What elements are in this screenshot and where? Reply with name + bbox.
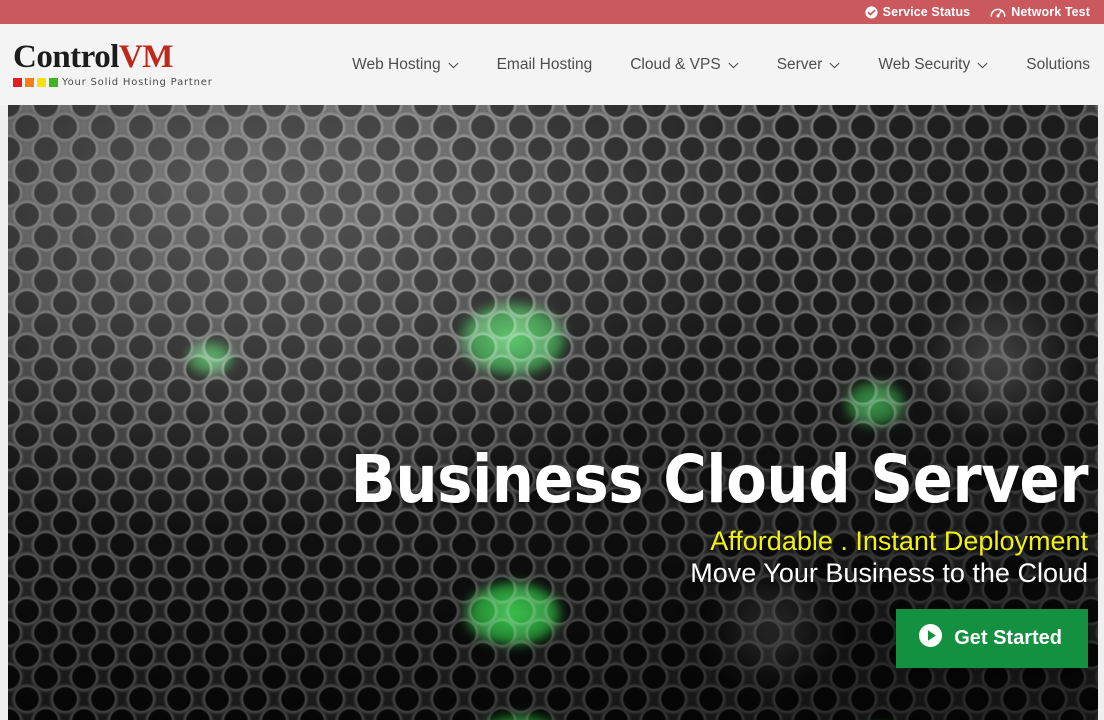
nav-label-solutions: Solutions [1026, 55, 1090, 73]
logo-tagline: Your Solid Hosting Partner [62, 77, 213, 88]
network-test-label: Network Test [1011, 4, 1090, 19]
logo-tagline-row: Your Solid Hosting Partner [13, 77, 213, 88]
nav-item-web-hosting[interactable]: Web Hosting [333, 50, 477, 80]
chevron-down-icon [728, 56, 739, 74]
hero-cta-container: Get Started [351, 609, 1088, 669]
nav-item-web-security[interactable]: Web Security [859, 50, 1007, 80]
site-logo[interactable]: ControlVM Your Solid Hosting Partner [13, 41, 213, 88]
nav-item-solutions[interactable]: Solutions [1007, 50, 1090, 80]
logo-color-swatches [13, 78, 58, 87]
hero-title: Business Cloud Server [350, 441, 1089, 518]
nav-label-web-hosting: Web Hosting [352, 55, 441, 73]
chevron-down-icon [977, 56, 988, 74]
logo-text-accent: VM [118, 39, 173, 75]
hero-section: Business Cloud Server Affordable . Insta… [0, 105, 1104, 720]
network-test-link[interactable]: Network Test [990, 6, 1090, 19]
network-gauge-icon [990, 6, 1006, 19]
get-started-label: Get Started [954, 627, 1062, 650]
nav-label-email-hosting: Email Hosting [496, 55, 593, 73]
logo-wordmark: ControlVM [13, 41, 213, 74]
swatch-yellow [37, 78, 46, 87]
nav-item-email-hosting[interactable]: Email Hosting [478, 50, 612, 80]
get-started-button[interactable]: Get Started [896, 609, 1088, 669]
nav-item-cloud-vps[interactable]: Cloud & VPS [611, 50, 757, 80]
swatch-orange [25, 78, 34, 87]
service-status-label: Service Status [882, 4, 971, 19]
check-circle-icon [865, 5, 878, 19]
play-circle-icon [918, 623, 943, 654]
logo-text-primary: Control [13, 39, 119, 75]
hero-subtitle: Move Your Business to the Cloud [690, 557, 1088, 588]
main-navigation: Web Hosting Email Hosting Cloud & VPS Se… [333, 50, 1104, 80]
site-header: ControlVM Your Solid Hosting Partner Web… [0, 24, 1104, 105]
top-utility-bar: Service Status Network Test [0, 0, 1104, 24]
nav-label-cloud-vps: Cloud & VPS [630, 55, 721, 73]
nav-label-server: Server [776, 55, 823, 73]
hero-content: Business Cloud Server Affordable . Insta… [350, 441, 1089, 669]
nav-label-web-security: Web Security [878, 55, 971, 73]
swatch-red [13, 78, 22, 87]
swatch-green [49, 78, 58, 87]
chevron-down-icon [448, 56, 459, 74]
nav-item-server[interactable]: Server [758, 50, 860, 80]
hero-subtitle-highlight: Affordable . Instant Deployment [710, 526, 1088, 556]
chevron-down-icon [829, 56, 840, 74]
service-status-link[interactable]: Service Status [865, 6, 971, 19]
